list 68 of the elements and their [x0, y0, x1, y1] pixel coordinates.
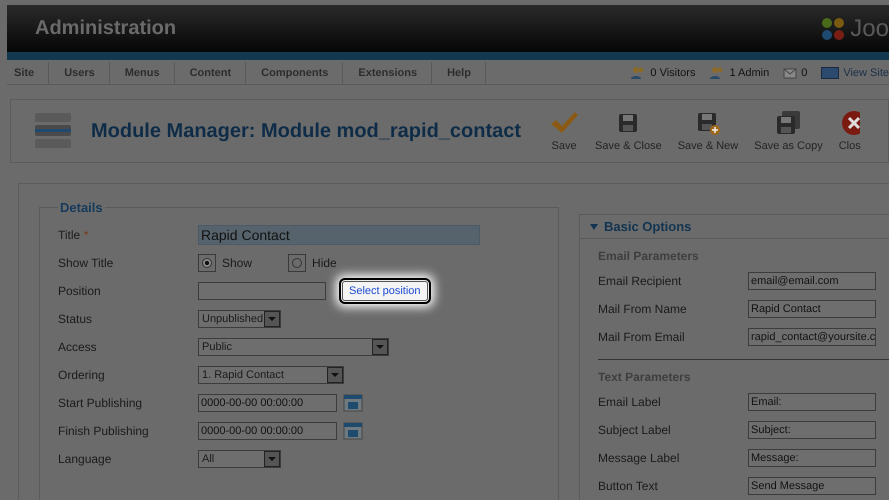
- field-label: Mail From Email: [598, 330, 686, 344]
- field-label: Finish Publishing: [58, 424, 149, 438]
- text-field[interactable]: Rapid Contact: [748, 300, 876, 318]
- toolbar-button[interactable]: Save & New: [674, 110, 742, 152]
- text-field[interactable]: Subject:: [748, 421, 876, 439]
- radio-button[interactable]: [198, 254, 216, 272]
- toolbar-button[interactable]: Save as Copy: [750, 110, 827, 152]
- checkmark-icon: [549, 110, 580, 136]
- close-icon: [840, 110, 860, 136]
- status-count: 0: [801, 67, 808, 79]
- position-field[interactable]: [198, 282, 326, 300]
- text-field[interactable]: rapid_contact@yoursite.c: [748, 328, 876, 346]
- field-label: Show Title: [58, 256, 114, 270]
- users-icon: [709, 66, 726, 80]
- window-icon: [821, 67, 840, 79]
- calendar-icon[interactable]: [343, 394, 363, 412]
- text-field[interactable]: Send Message: [748, 477, 876, 495]
- field-label: Start Publishing: [58, 396, 142, 410]
- menu-item[interactable]: Users: [49, 62, 110, 84]
- field-label: Email Label: [598, 395, 662, 409]
- logo-text: Joo: [850, 16, 889, 42]
- field-label: Mail From Name: [598, 302, 688, 316]
- field-label: Access: [58, 340, 97, 354]
- field-label: Message Label: [598, 451, 680, 465]
- field-label: Button Text: [598, 479, 659, 493]
- toolbar-button[interactable]: Save: [545, 110, 584, 152]
- field-label: Subject Label: [598, 423, 672, 437]
- field-label: Status: [58, 312, 92, 326]
- dropdown[interactable]: All: [198, 450, 281, 468]
- menu-item[interactable]: Content: [174, 62, 246, 84]
- radio-label: Show: [222, 256, 252, 270]
- field-label: Title: [58, 228, 80, 242]
- menu-item[interactable]: Site: [7, 62, 50, 84]
- dropdown[interactable]: Unpublished: [198, 310, 281, 328]
- text-field[interactable]: Rapid Contact: [198, 225, 480, 245]
- toolbar-button[interactable]: Clos: [834, 110, 865, 152]
- dropdown[interactable]: 1. Rapid Contact: [198, 366, 344, 384]
- module-stack-icon: [33, 111, 73, 151]
- field-label: Ordering: [58, 368, 105, 382]
- required-mark: *: [84, 228, 88, 242]
- date-field[interactable]: 0000-00-00 00:00:00: [198, 422, 337, 440]
- menu-item[interactable]: Components: [246, 62, 344, 84]
- dropdown[interactable]: Public: [198, 338, 389, 356]
- text-field[interactable]: Message:: [748, 449, 876, 467]
- menu-item[interactable]: Help: [432, 62, 486, 84]
- status-count: 1 Admin: [729, 67, 770, 79]
- field-label: Email Recipient: [598, 274, 682, 288]
- calendar-icon[interactable]: [343, 422, 363, 440]
- header-title: Administration: [35, 17, 176, 40]
- mail-icon: [783, 67, 798, 79]
- toolbar-button[interactable]: Save & Close: [591, 110, 666, 152]
- radio-button[interactable]: [288, 254, 306, 272]
- select-position-button[interactable]: Select position: [342, 281, 428, 301]
- text-field[interactable]: Email:: [748, 393, 876, 411]
- users-icon: [630, 66, 646, 80]
- page-title: Module Manager: Module mod_rapid_contact: [91, 120, 522, 142]
- view-site-link[interactable]: View Site: [843, 67, 889, 79]
- menu-item[interactable]: Extensions: [343, 62, 432, 84]
- menu-item[interactable]: Menus: [110, 62, 175, 84]
- status-count: 0 Visitors: [650, 67, 696, 79]
- field-label: Language: [58, 452, 112, 466]
- field-label: Position: [58, 284, 101, 298]
- section-title: Details: [59, 200, 104, 215]
- date-field[interactable]: 0000-00-00 00:00:00: [198, 394, 337, 412]
- floppy-disks-icon: [774, 110, 802, 136]
- radio-label: Hide: [312, 256, 337, 270]
- accordion-header[interactable]: Basic Options: [580, 215, 889, 239]
- text-field[interactable]: email@email.com: [748, 272, 876, 290]
